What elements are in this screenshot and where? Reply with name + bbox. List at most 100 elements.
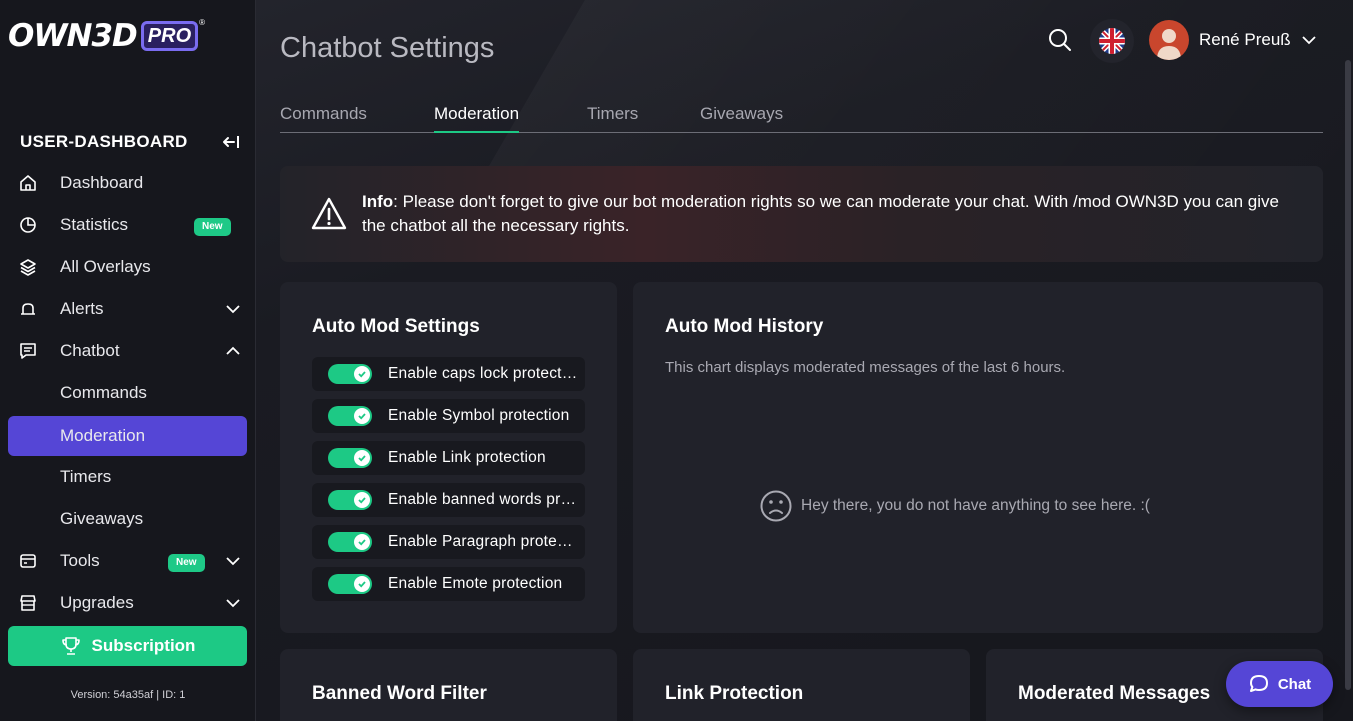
- info-label: Info: [362, 192, 394, 211]
- layers-icon: [20, 259, 36, 276]
- toggle-label: Enable Symbol protection: [388, 407, 570, 424]
- toggle-switch[interactable]: [328, 532, 372, 552]
- bell-icon: [21, 303, 35, 315]
- avatar: [1149, 20, 1189, 60]
- empty-state-text: Hey there, you do not have anything to s…: [801, 497, 1150, 514]
- sidebar-item-label: Dashboard: [60, 173, 144, 192]
- toggle-label: Enable banned words protection: [388, 491, 580, 508]
- card-title: Auto Mod Settings: [312, 316, 480, 337]
- toggle-switch[interactable]: [328, 406, 372, 426]
- toggle-symbol[interactable]: Enable Symbol protection: [312, 399, 585, 433]
- check-icon: [358, 497, 366, 504]
- tab-giveaways[interactable]: Giveaways: [700, 104, 783, 133]
- pie-chart-icon: [20, 217, 36, 233]
- warning-icon: [311, 197, 347, 230]
- toggle-label: Enable Link protection: [388, 449, 546, 466]
- sidebar-item-statistics[interactable]: Statistics New: [8, 205, 247, 245]
- search-icon[interactable]: [1046, 26, 1074, 54]
- check-icon: [358, 413, 366, 420]
- check-icon: [358, 371, 366, 378]
- toggle-switch[interactable]: [328, 448, 372, 468]
- sidebar-subitem-timers[interactable]: Timers: [8, 457, 247, 497]
- auto-mod-settings-card: Auto Mod Settings Enable caps lock prote…: [280, 282, 617, 633]
- toggle-label: Enable Paragraph protection: [388, 533, 580, 550]
- sidebar-item-label: Giveaways: [60, 509, 144, 528]
- toggle-label: Enable caps lock protection: [388, 365, 580, 382]
- sidebar-subitem-commands[interactable]: Commands: [8, 373, 247, 413]
- subscription-label: Subscription: [91, 636, 196, 655]
- sidebar-item-all-overlays[interactable]: All Overlays: [8, 247, 247, 287]
- sidebar-item-label: Chatbot: [60, 341, 120, 360]
- sidebar-item-label: All Overlays: [60, 257, 151, 276]
- auto-mod-history-card: Auto Mod History This chart displays mod…: [633, 282, 1323, 633]
- new-badge: New: [168, 554, 205, 572]
- logo-text: OWN3D: [8, 18, 138, 54]
- page-title: Chatbot Settings: [280, 32, 495, 64]
- toggle-switch[interactable]: [328, 364, 372, 384]
- version-info: Version: 54a35af | ID: 1: [70, 689, 186, 701]
- user-name: René Preuß: [1199, 30, 1291, 49]
- toggle-link[interactable]: Enable Link protection: [312, 441, 585, 475]
- subscription-button[interactable]: Subscription: [8, 626, 247, 666]
- scrollbar[interactable]: [1345, 60, 1351, 690]
- toggle-switch[interactable]: [328, 490, 372, 510]
- dashboard-heading-label: USER-DASHBOARD: [20, 132, 188, 151]
- chevron-down-icon: [226, 557, 240, 566]
- card-title: Auto Mod History: [665, 316, 824, 337]
- chat-bubble-icon: [1249, 675, 1268, 692]
- tab-commands[interactable]: Commands: [280, 104, 367, 133]
- history-description: This chart displays moderated messages o…: [665, 359, 1066, 376]
- sidebar-item-upgrades[interactable]: Upgrades: [8, 583, 247, 623]
- trophy-icon: [61, 637, 80, 655]
- check-icon: [358, 539, 366, 546]
- chat-button[interactable]: Chat: [1226, 661, 1333, 707]
- toggle-caps-lock[interactable]: Enable caps lock protection: [312, 357, 585, 391]
- tools-icon: [20, 554, 36, 568]
- sidebar-item-chatbot[interactable]: Chatbot: [8, 331, 247, 371]
- banned-word-filter-card: Banned Word Filter: [280, 649, 617, 721]
- sidebar-item-label: Tools: [60, 551, 100, 570]
- info-banner: Info: Please don't forget to give our bo…: [280, 166, 1323, 262]
- toggle-switch[interactable]: [328, 574, 372, 594]
- settings-tabs: Commands Moderation Timers Giveaways: [280, 100, 1323, 133]
- sidebar-item-label: Upgrades: [60, 593, 134, 612]
- home-icon: [20, 175, 36, 191]
- own3d-pro-logo[interactable]: OWN3D PRO ®: [8, 16, 248, 56]
- main-content: Chatbot Settings René Preuß Commands Mod…: [256, 0, 1353, 721]
- user-dashboard-heading: USER-DASHBOARD: [20, 130, 240, 154]
- chevron-down-icon: [1302, 36, 1316, 45]
- card-title: Moderated Messages: [1018, 683, 1211, 704]
- collapse-sidebar-icon[interactable]: [222, 134, 240, 150]
- tab-moderation[interactable]: Moderation: [434, 104, 520, 133]
- sidebar-item-dashboard[interactable]: Dashboard: [8, 163, 247, 203]
- user-menu[interactable]: René Preuß: [1149, 20, 1317, 60]
- info-message: Info: Please don't forget to give our bo…: [362, 190, 1302, 238]
- toggle-paragraph[interactable]: Enable Paragraph protection: [312, 525, 585, 559]
- info-body: : Please don't forget to give our bot mo…: [362, 192, 1279, 235]
- tab-timers[interactable]: Timers: [587, 104, 638, 133]
- sidebar-subitem-giveaways[interactable]: Giveaways: [8, 499, 247, 539]
- card-title: Link Protection: [665, 683, 804, 704]
- sidebar-item-label: Commands: [60, 383, 147, 402]
- chevron-up-icon: [226, 346, 240, 355]
- empty-state: Hey there, you do not have anything to s…: [759, 489, 1150, 523]
- link-protection-card: Link Protection: [633, 649, 970, 721]
- card-title: Banned Word Filter: [312, 683, 487, 704]
- sidebar-item-label: Moderation: [60, 426, 146, 445]
- logo-registered-mark: ®: [199, 18, 206, 27]
- sidebar-item-alerts[interactable]: Alerts: [8, 289, 247, 329]
- store-icon: [20, 595, 36, 611]
- language-selector[interactable]: [1090, 19, 1134, 63]
- sad-face-icon: [760, 490, 792, 522]
- sidebar-item-label: Timers: [60, 467, 112, 486]
- toggle-banned-words[interactable]: Enable banned words protection: [312, 483, 585, 517]
- toggle-emote[interactable]: Enable Emote protection: [312, 567, 585, 601]
- sidebar-item-tools[interactable]: Tools New: [8, 541, 247, 581]
- sidebar-subitem-moderation[interactable]: Moderation: [8, 416, 247, 456]
- logo-pro-badge: PRO: [140, 21, 199, 51]
- uk-flag-icon: [1099, 28, 1125, 54]
- check-icon: [358, 581, 366, 588]
- chevron-down-icon: [226, 599, 240, 608]
- chat-icon: [20, 343, 36, 359]
- chevron-down-icon: [226, 305, 240, 314]
